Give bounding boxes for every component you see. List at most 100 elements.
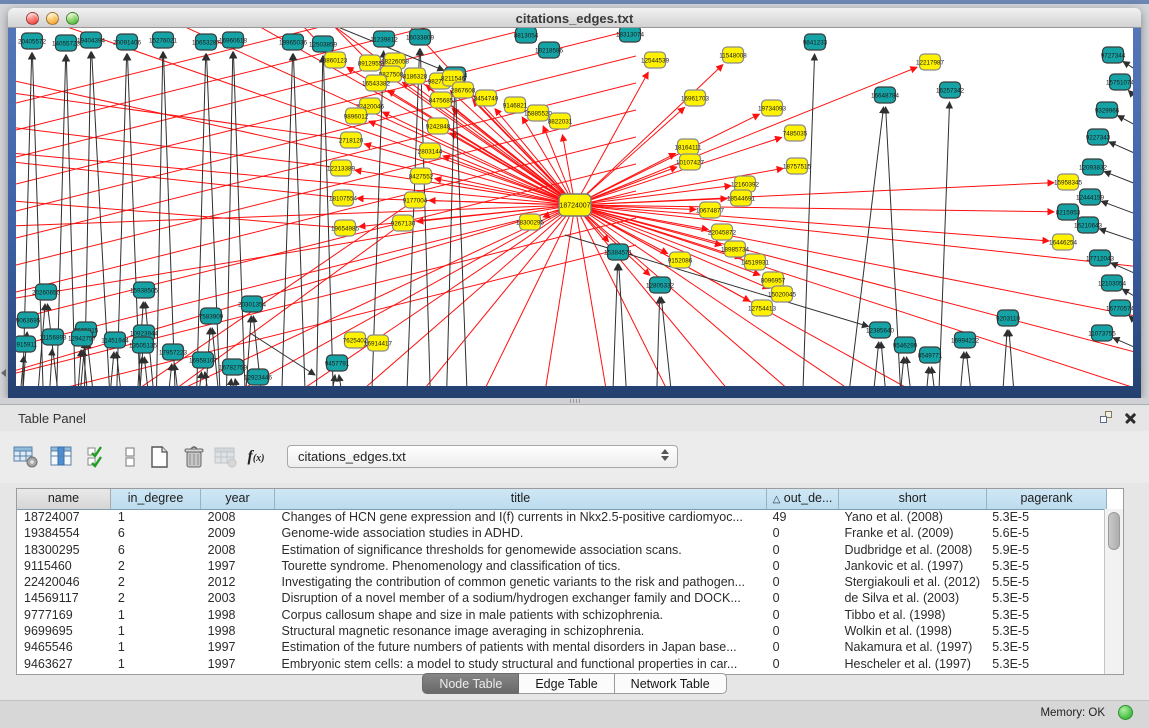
- select-all-icon[interactable]: [84, 443, 112, 471]
- divider-grip-icon[interactable]: [570, 399, 580, 403]
- table-cell-year: 1997: [201, 558, 275, 574]
- network-node-label: 20405572: [18, 38, 47, 45]
- table-cell-short: Hescheler et al. (1997): [837, 656, 985, 672]
- table-cell-name: 14569117: [17, 590, 111, 606]
- column-header-name[interactable]: name: [17, 489, 111, 509]
- network-node-label: 16770574: [1106, 305, 1133, 312]
- table-cell-name: 9115460: [17, 558, 111, 574]
- table-row[interactable]: 946554611997Estimation of the future num…: [17, 639, 1105, 655]
- network-node-label: 9177004: [403, 197, 428, 204]
- table-selector-dropdown[interactable]: citations_edges.txt: [287, 445, 678, 468]
- function-builder-icon[interactable]: f(x): [242, 443, 270, 471]
- network-node-label: 16960618: [219, 37, 248, 44]
- network-node-label: 12093832: [1079, 164, 1108, 171]
- clear-selection-icon[interactable]: [116, 443, 144, 471]
- table-row[interactable]: 1872400712008Changes of HCN gene express…: [17, 509, 1105, 525]
- network-node-label: 17712043: [1086, 255, 1115, 262]
- table-cell-short: Jankovic et al. (1997): [837, 558, 985, 574]
- table-cell-title: Estimation of significance thresholds fo…: [275, 542, 766, 558]
- table-cell-out_degree: 0: [766, 525, 838, 541]
- table-row[interactable]: 911546021997Tourette syndrome. Phenomeno…: [17, 558, 1105, 574]
- column-header-out_degree[interactable]: △ out_de...: [767, 489, 839, 509]
- table-cell-in_degree: 1: [111, 656, 201, 672]
- table-cell-name: 19384554: [17, 525, 111, 541]
- table-cell-title: Tourette syndrome. Phenomenology and cla…: [275, 558, 766, 574]
- table-scrollbar[interactable]: [1104, 509, 1123, 674]
- column-header-title[interactable]: title: [275, 489, 767, 509]
- table-cell-year: 2009: [201, 525, 275, 541]
- network-hub-label: 18724007: [559, 203, 590, 210]
- table-row[interactable]: 977716911998Corpus callosum shape and si…: [17, 607, 1105, 623]
- network-canvas[interactable]: 2040557214055723194043942009140615276021…: [16, 28, 1133, 386]
- network-node-label: 9242848: [426, 123, 451, 130]
- network-node-label: 7485035: [783, 130, 808, 137]
- network-node-label: 15276021: [149, 37, 178, 44]
- column-header-in_degree[interactable]: in_degree: [111, 489, 201, 509]
- network-node-label: 15384571: [604, 249, 633, 256]
- network-window-title: citations_edges.txt: [8, 11, 1141, 26]
- collapse-handle-icon[interactable]: [1, 369, 6, 377]
- network-node-label: 20301354: [238, 301, 267, 308]
- show-column-icon[interactable]: [48, 443, 76, 471]
- network-node-label: 9203110: [996, 315, 1021, 322]
- network-node-label: 22045872: [708, 229, 737, 236]
- table-cell-year: 1997: [201, 639, 275, 655]
- table-cell-in_degree: 1: [111, 607, 201, 623]
- table-cell-out_degree: 0: [766, 656, 838, 672]
- network-node-label: 8454749: [474, 95, 499, 102]
- table-row[interactable]: 1456911722003Disruption of a novel membe…: [17, 590, 1105, 606]
- network-node-label: 12385640: [866, 327, 895, 334]
- table-cell-short: de Silva et al. (2003): [837, 590, 985, 606]
- network-window-titlebar[interactable]: citations_edges.txt: [8, 8, 1141, 28]
- table-scrollbar-thumb[interactable]: [1108, 512, 1120, 550]
- tab-edge-table[interactable]: Edge Table: [519, 673, 614, 694]
- new-column-icon[interactable]: [146, 443, 174, 471]
- network-node-label: 12160392: [731, 181, 760, 188]
- table-cell-short: Nakamura et al. (1997): [837, 639, 985, 655]
- network-node-label: 16961703: [681, 95, 710, 102]
- network-node-label: 8912955: [358, 60, 383, 67]
- network-node-label: 16648784: [871, 92, 900, 99]
- network-node-label: 19965036: [279, 39, 308, 46]
- tab-network-table[interactable]: Network Table: [615, 673, 727, 694]
- table-cell-name: 18724007: [17, 509, 111, 525]
- table-cell-year: 2012: [201, 574, 275, 590]
- table-cell-short: Tibbo et al. (1998): [837, 607, 985, 623]
- network-node-label: 10107427: [676, 159, 705, 166]
- table-options-icon[interactable]: [12, 443, 40, 471]
- table-selector-value: citations_edges.txt: [298, 449, 406, 464]
- table-cell-short: Stergiakouli et al. (2012): [837, 574, 985, 590]
- network-node-label: 20091406: [113, 39, 142, 46]
- network-node-label: 9896012: [344, 113, 369, 120]
- table-cell-pagerank: 5.6E-5: [985, 525, 1105, 541]
- table-cell-year: 1997: [201, 656, 275, 672]
- table-cell-name: 18300295: [17, 542, 111, 558]
- close-panel-icon[interactable]: [1124, 411, 1137, 424]
- table-row[interactable]: 969969511998Structural magnetic resonanc…: [17, 623, 1105, 639]
- network-node-label: 9727344: [1101, 52, 1126, 59]
- column-header-short[interactable]: short: [839, 489, 987, 509]
- table-cell-title: Investigating the contribution of common…: [275, 574, 766, 590]
- table-row[interactable]: 2242004622012Investigating the contribut…: [17, 574, 1105, 590]
- network-node-label: 11073755: [1088, 330, 1116, 337]
- table-cell-pagerank: 5.3E-5: [985, 623, 1105, 639]
- tab-node-table[interactable]: Node Table: [422, 673, 519, 694]
- float-panel-icon[interactable]: [1100, 411, 1114, 425]
- table-row[interactable]: 946362711997Embryonic stem cells: a mode…: [17, 656, 1105, 672]
- network-node-label: 15885520: [524, 110, 553, 117]
- column-header-pagerank[interactable]: pagerank: [987, 489, 1107, 509]
- network-node-label: 8813054: [514, 32, 539, 39]
- table-cell-in_degree: 2: [111, 574, 201, 590]
- network-window: citations_edges.txt 20405572140557231940…: [8, 8, 1141, 398]
- table-panel: Table Panel f(x) citations_edges.txt: [0, 404, 1149, 701]
- network-node-label: 12923446: [244, 374, 273, 381]
- delete-table-icon[interactable]: [212, 443, 240, 471]
- table-cell-out_degree: 0: [766, 590, 838, 606]
- network-node-label: 15020045: [768, 291, 797, 298]
- column-header-year[interactable]: year: [201, 489, 275, 509]
- table-row[interactable]: 1938455462009Genome-wide association stu…: [17, 525, 1105, 541]
- delete-column-icon[interactable]: [180, 443, 208, 471]
- dropdown-arrows-icon: [661, 449, 669, 461]
- table-row[interactable]: 1830029562008Estimation of significance …: [17, 542, 1105, 558]
- table-cell-title: Estimation of the future numbers of pati…: [275, 639, 766, 655]
